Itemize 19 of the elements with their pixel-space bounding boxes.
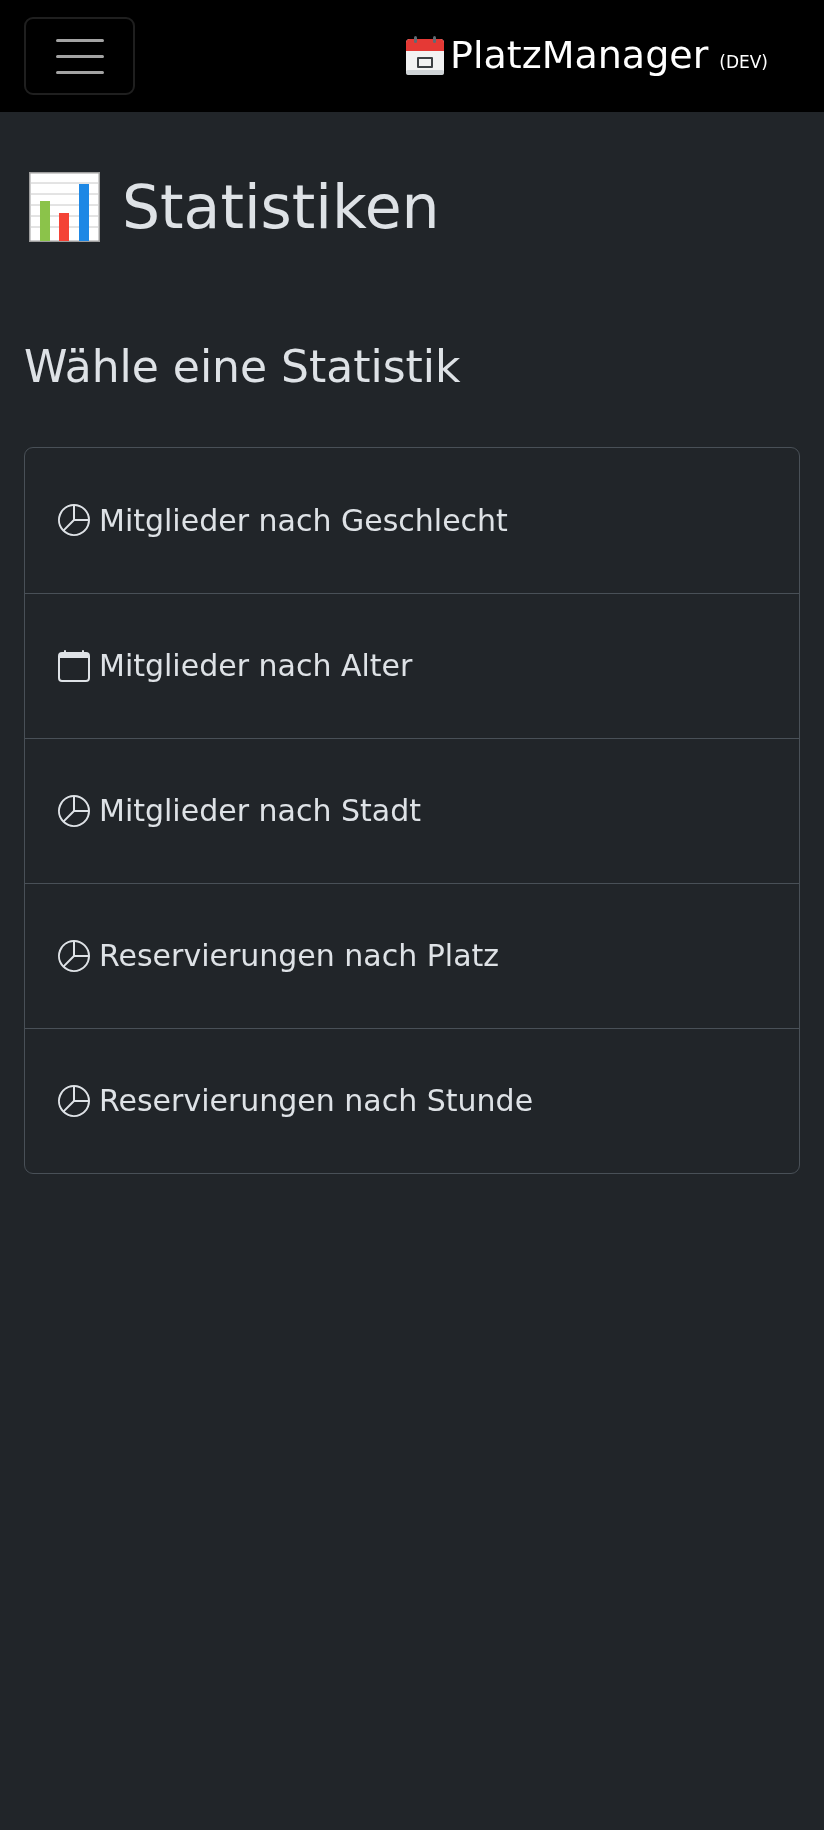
statistic-link[interactable]: Mitglieder nach Alter — [25, 592, 799, 738]
pie-chart-icon — [58, 794, 90, 827]
menu-icon — [55, 38, 104, 74]
calendar-icon — [405, 36, 446, 76]
brand-name: PlatzManager — [450, 33, 709, 79]
bar-chart-icon — [29, 172, 100, 242]
pie-chart-icon — [58, 504, 90, 537]
page-title: Statistiken — [122, 171, 440, 243]
statistic-link[interactable]: Reservierungen nach Stunde — [25, 1027, 799, 1173]
statistic-link[interactable]: Mitglieder nach Geschlecht — [25, 447, 799, 593]
brand-link[interactable]: PlatzManager (DEV) — [405, 33, 768, 79]
section-heading: Wähle eine Statistik — [24, 341, 462, 394]
pie-chart-icon — [58, 939, 90, 972]
environment-label: (DEV) — [719, 52, 768, 73]
statistic-link[interactable]: Reservierungen nach Platz — [25, 882, 799, 1028]
menu-button[interactable] — [24, 17, 135, 95]
calendar-icon — [58, 649, 90, 682]
pie-chart-icon — [58, 1084, 90, 1117]
statistic-link[interactable]: Mitglieder nach Stadt — [25, 737, 799, 883]
